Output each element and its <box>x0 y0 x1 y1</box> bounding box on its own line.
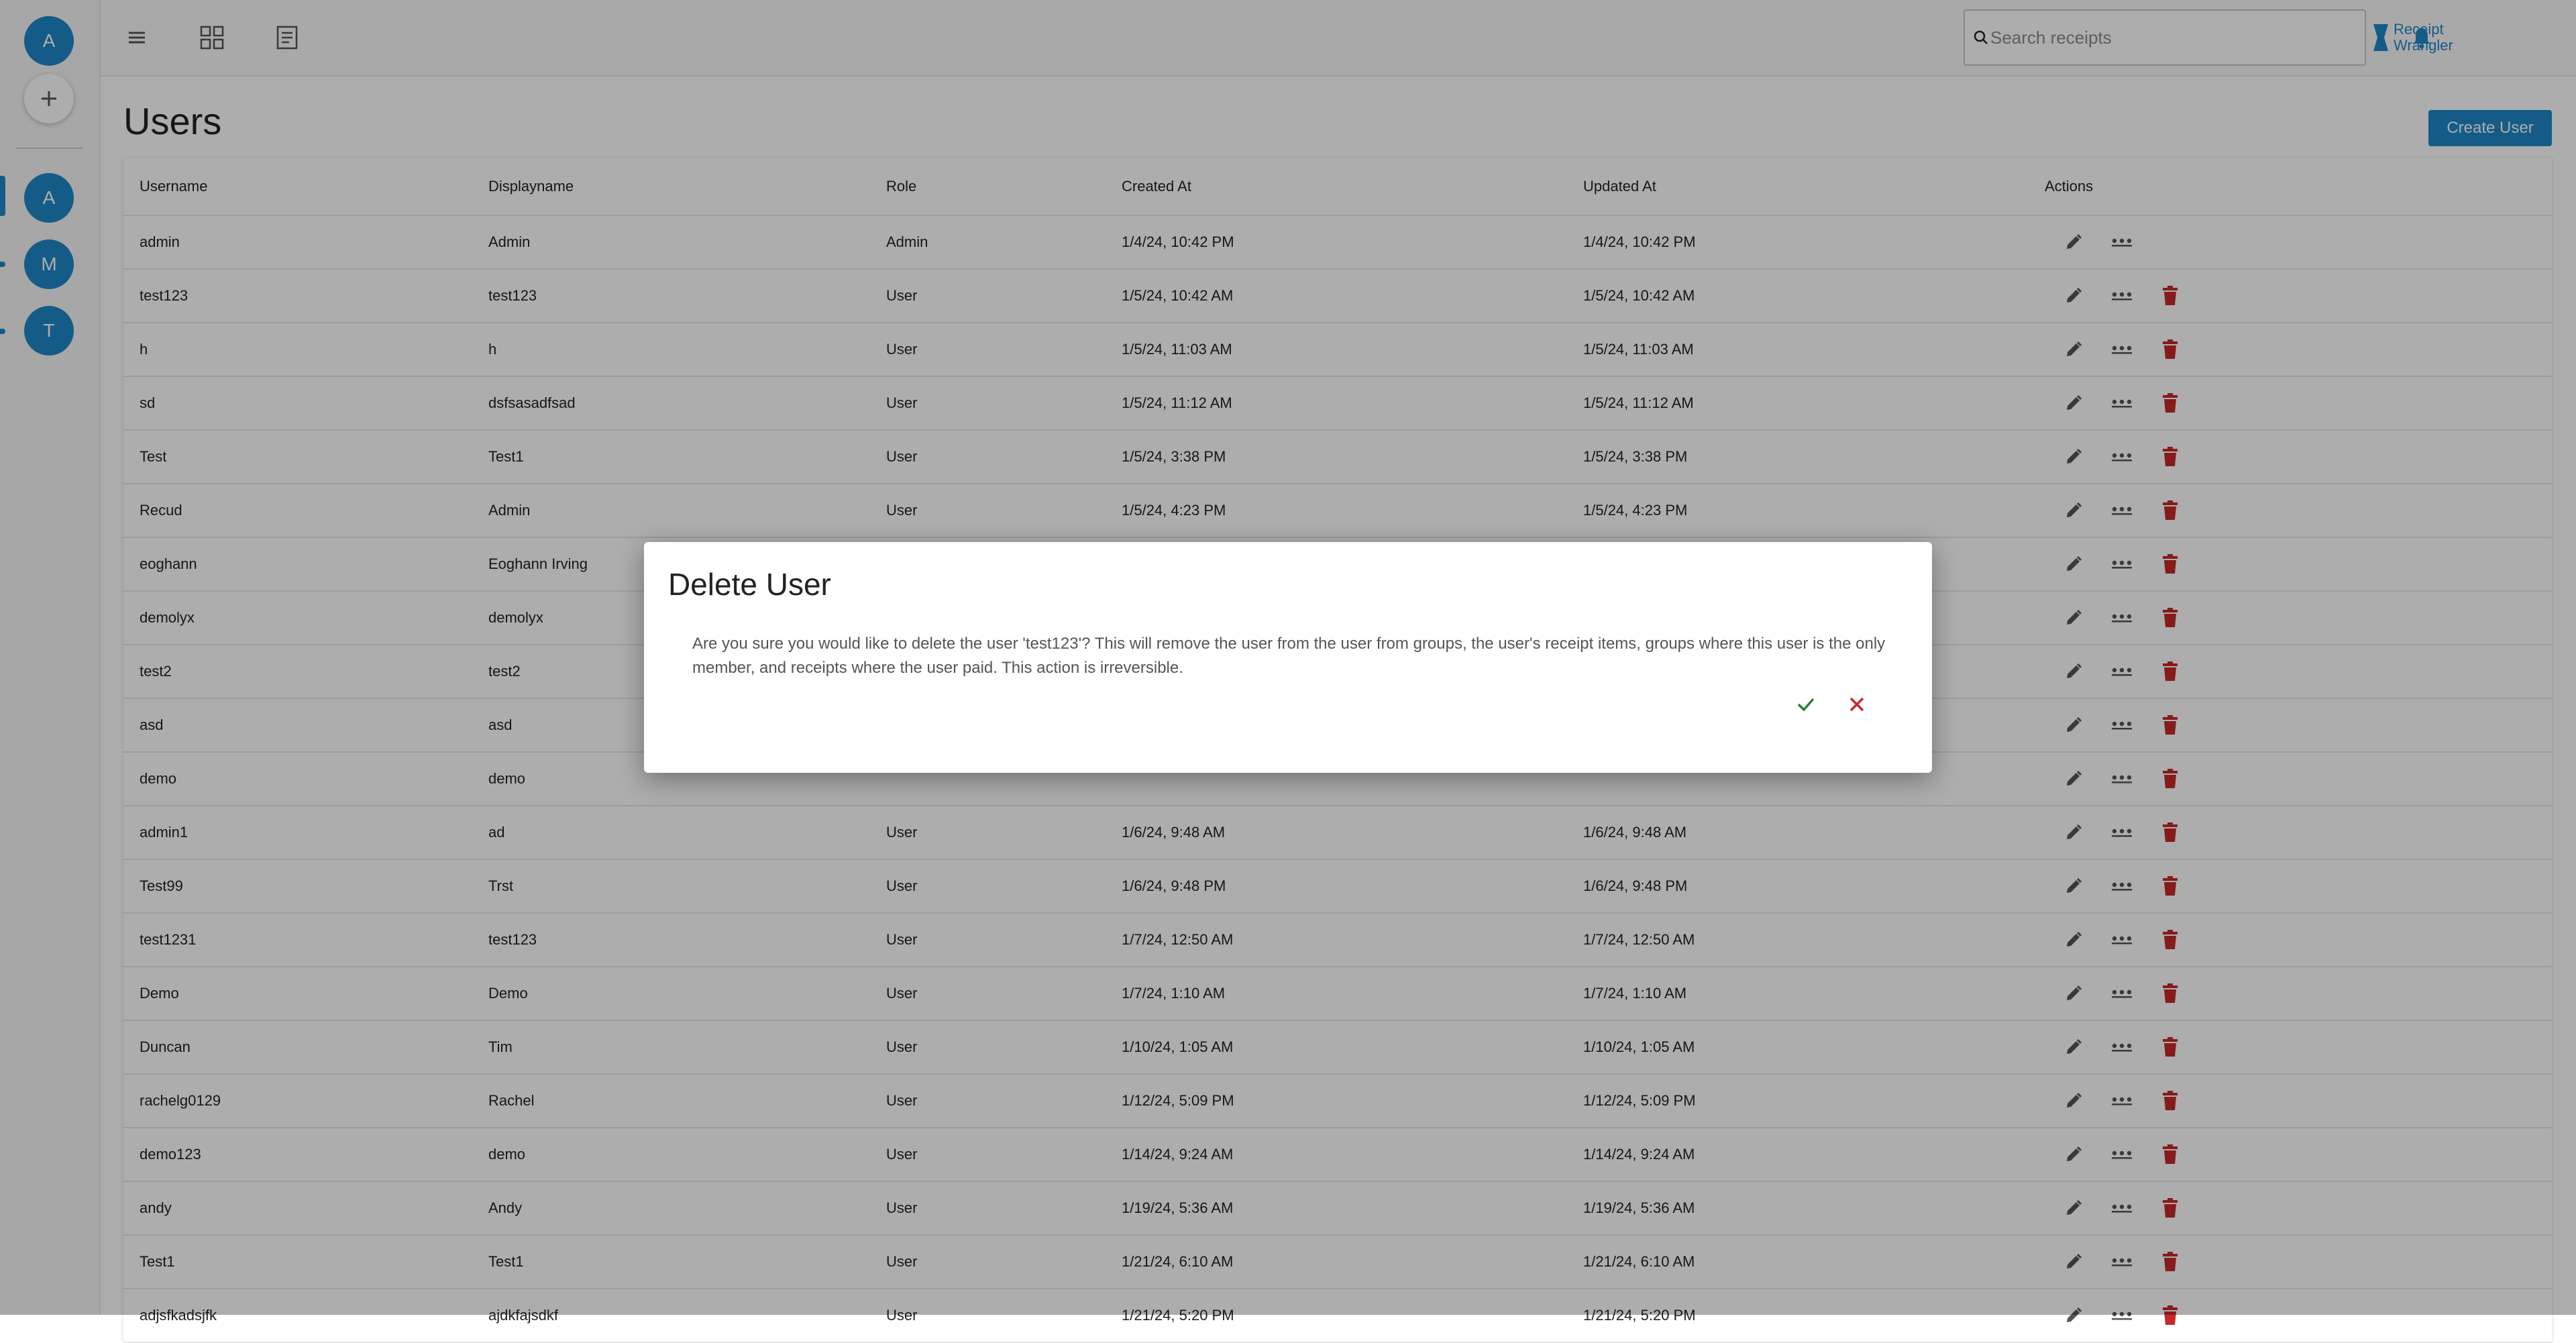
dialog-message: Are you sure you would like to delete th… <box>692 635 1886 677</box>
close-icon <box>1849 697 1864 712</box>
delete-user-dialog: Delete User Are you sure you would like … <box>644 542 1932 773</box>
confirm-delete-button[interactable] <box>1791 690 1821 719</box>
dialog-actions <box>1791 690 1872 719</box>
dialog-title: Delete User <box>668 567 831 602</box>
check-icon <box>1797 698 1815 712</box>
cancel-delete-button[interactable] <box>1842 690 1872 719</box>
